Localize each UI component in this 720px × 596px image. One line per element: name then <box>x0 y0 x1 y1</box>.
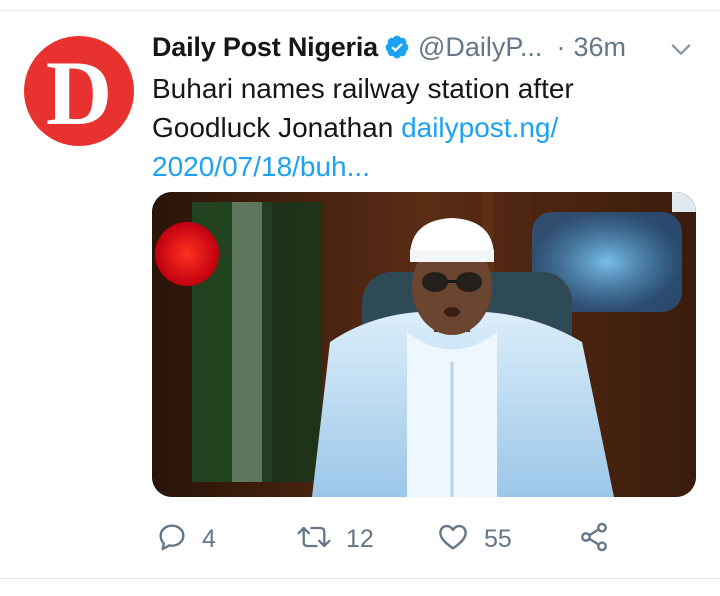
header-separator: · <box>556 31 566 62</box>
author-handle[interactable]: @DailyP... <box>418 32 542 63</box>
tweet-link-part1: dailypost.ng/ <box>401 112 559 143</box>
author-name[interactable]: Daily Post Nigeria <box>152 32 378 63</box>
avatar[interactable]: D <box>24 36 134 146</box>
timestamp[interactable]: 36m <box>573 32 626 63</box>
reply-count: 4 <box>202 524 216 553</box>
like-count: 55 <box>484 524 512 553</box>
retweet-action[interactable]: 12 <box>296 519 374 559</box>
share-icon <box>578 521 610 558</box>
tweet-card[interactable]: D Daily Post Nigeria @DailyP... · 36m Bu… <box>0 11 720 578</box>
top-divider <box>0 0 720 11</box>
reply-icon <box>156 521 188 558</box>
tweet-link-part2: 2020/07/18/buh... <box>152 151 370 182</box>
like-action[interactable]: 55 <box>436 519 512 559</box>
retweet-count: 12 <box>346 524 374 553</box>
heart-icon <box>436 521 470 558</box>
tweet-actions: 4 12 55 <box>152 519 692 559</box>
bottom-divider <box>0 578 720 579</box>
tweet-text: Buhari names railway station after Goodl… <box>152 69 692 186</box>
avatar-letter: D <box>45 42 113 144</box>
tweet-media-image[interactable] <box>152 192 696 497</box>
reply-action[interactable]: 4 <box>156 519 216 559</box>
tweet-header: Daily Post Nigeria @DailyP... · 36m <box>152 27 707 67</box>
media-photo-illustration <box>152 192 696 497</box>
verified-badge-icon <box>384 34 410 60</box>
retweet-icon <box>296 521 332 558</box>
share-action[interactable] <box>578 519 610 559</box>
chevron-down-icon[interactable] <box>667 35 695 63</box>
